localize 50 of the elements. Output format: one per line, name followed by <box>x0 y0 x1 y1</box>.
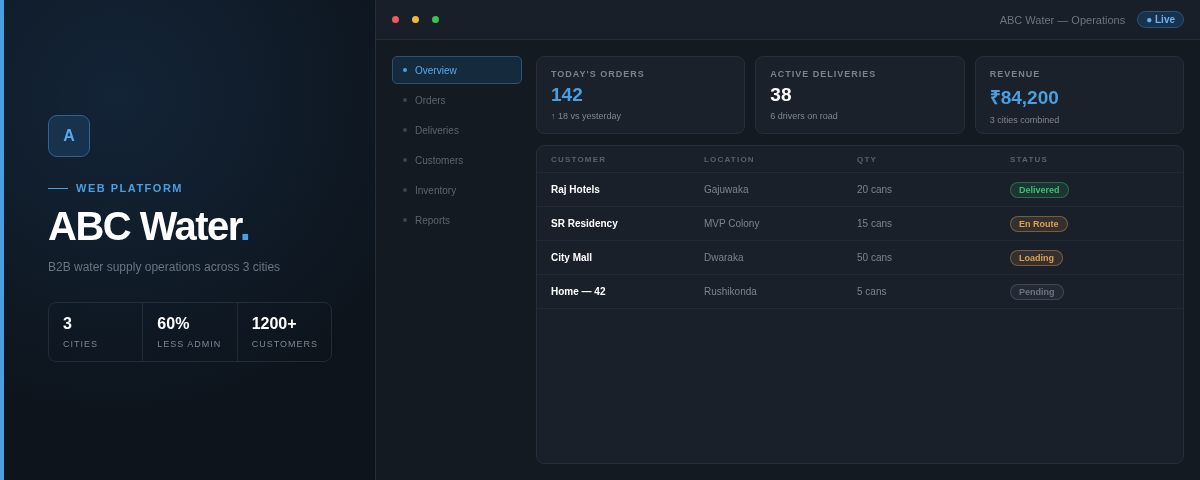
stat-value: 1200+ <box>251 315 298 333</box>
status-badge: En Route <box>1010 215 1068 232</box>
maximize-icon[interactable] <box>432 16 439 23</box>
card-label: ACTIVE DELIVERIES <box>770 69 878 79</box>
stat-label: CUSTOMERS <box>251 339 319 349</box>
hero-subtitle: B2B water supply operations across 3 cities <box>48 260 281 274</box>
card-value: 38 <box>770 84 793 106</box>
card-value: ₹84,200 <box>989 86 1060 110</box>
table-cell-text: Raj Hotels <box>551 184 601 195</box>
logo-badge: A <box>48 115 90 157</box>
column-header: STATUS <box>1010 154 1049 164</box>
card-note: 3 cities combined <box>989 115 1061 125</box>
column-header: LOCATION <box>704 154 756 164</box>
table-cell-text: City Mall <box>551 252 594 263</box>
stat-value: 60% <box>157 315 191 333</box>
status-badge: Pending <box>1010 283 1064 300</box>
table-cell-text: MVP Colony <box>704 218 761 229</box>
status-badge: Delivered <box>1010 181 1069 198</box>
minimize-icon[interactable] <box>412 16 419 23</box>
sidebar-item[interactable]: Deliveries <box>392 116 522 144</box>
column-header: QTY <box>857 154 879 164</box>
stat-value: 3 <box>63 315 73 333</box>
live-badge: ● Live <box>1137 11 1184 28</box>
stat-label: CITIES <box>63 339 99 349</box>
card-label: TODAY'S ORDERS <box>551 69 646 79</box>
sidebar-item[interactable]: Overview <box>392 56 522 84</box>
eyebrow-label: WEB PLATFORM <box>76 182 183 194</box>
table-cell-text: SR Residency <box>551 218 619 229</box>
sidebar-item[interactable]: Inventory <box>392 176 522 204</box>
close-icon[interactable] <box>392 16 399 23</box>
table-cell-text: 15 cans <box>857 218 894 229</box>
stat-label: LESS ADMIN <box>157 339 223 349</box>
status-badge: Loading <box>1010 249 1063 266</box>
table-cell-text: 20 cans <box>857 184 894 195</box>
hero-title: ABC Water. <box>48 203 250 250</box>
card-value: 142 <box>551 84 584 106</box>
table-cell-text: Gajuwaka <box>704 184 750 195</box>
table-cell-text: 50 cans <box>857 252 894 263</box>
table-cell-text: Rushikonda <box>704 286 758 297</box>
table-cell-text: Home — 42 <box>551 286 607 297</box>
card-note: 6 drivers on road <box>770 111 839 121</box>
column-header: CUSTOMER <box>551 154 608 164</box>
window-title: ABC Water — Operations <box>999 13 1126 26</box>
sidebar-item[interactable]: Reports <box>392 206 522 234</box>
table-cell-text: 5 cans <box>857 286 888 297</box>
table-cell-text: Dwaraka <box>704 252 745 263</box>
card-label: REVENUE <box>989 69 1042 79</box>
sidebar-item[interactable]: Customers <box>392 146 522 174</box>
sidebar-item[interactable]: Orders <box>392 86 522 114</box>
card-note: ↑ 18 vs yesterday <box>551 111 623 121</box>
